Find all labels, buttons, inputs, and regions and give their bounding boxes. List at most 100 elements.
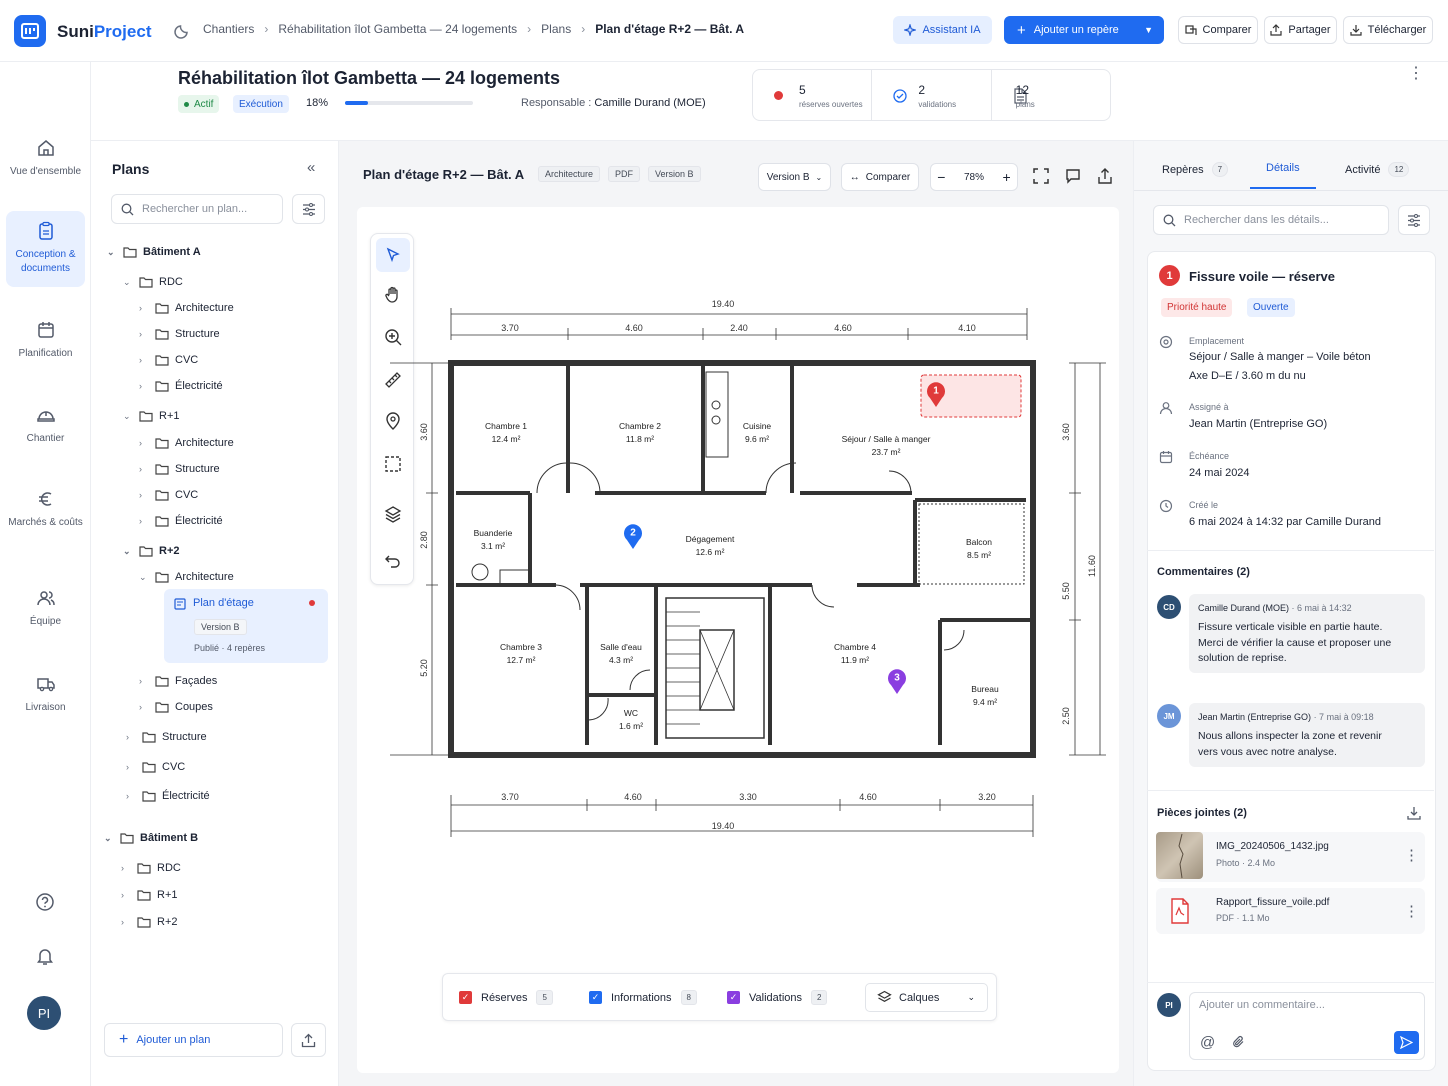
chevron-down-icon[interactable]: ⌄: [104, 833, 116, 844]
stat-validations[interactable]: 2 validations: [872, 70, 992, 120]
upload-plan-button[interactable]: [291, 1023, 326, 1057]
tree-item-electricite[interactable]: › Électricité: [139, 512, 223, 530]
export-icon[interactable]: [1097, 168, 1113, 184]
user-avatar[interactable]: PI: [27, 996, 61, 1030]
chevron-right-icon[interactable]: ›: [126, 791, 138, 801]
zoom-out-button[interactable]: −: [937, 169, 945, 185]
bell-icon[interactable]: [35, 946, 55, 966]
zoom-in-icon[interactable]: [384, 328, 402, 346]
stat-open-issues[interactable]: 5 réserves ouvertes: [753, 70, 873, 120]
chevron-right-icon[interactable]: ›: [139, 303, 151, 313]
nav-delivery[interactable]: Livraison: [6, 674, 85, 715]
ruler-icon[interactable]: [384, 371, 402, 389]
chevron-right-icon[interactable]: ›: [139, 516, 151, 526]
tree-item-structure[interactable]: › Structure: [126, 728, 207, 746]
tree-item-r2[interactable]: ⌄ R+2: [123, 542, 180, 560]
download-all-icon[interactable]: [1407, 806, 1421, 820]
chevron-right-icon[interactable]: ›: [126, 762, 138, 772]
tab-markers[interactable]: Repères 7: [1162, 162, 1229, 177]
compare-button[interactable]: Comparer: [1178, 16, 1258, 44]
share-button[interactable]: Partager: [1264, 16, 1337, 44]
plan-canvas[interactable]: [357, 207, 1119, 1073]
tree-item-r1[interactable]: › R+1: [121, 886, 178, 904]
attachment-menu-icon[interactable]: ⋮: [1404, 846, 1419, 864]
tree-item-cvc[interactable]: › CVC: [139, 351, 198, 369]
comment-input[interactable]: Ajouter un commentaire... @: [1189, 992, 1425, 1060]
undo-icon[interactable]: [384, 551, 402, 569]
chevron-down-icon[interactable]: ⌄: [123, 546, 135, 557]
chevron-down-icon[interactable]: ⌄: [123, 411, 135, 422]
tree-item-coupes[interactable]: › Coupes: [139, 698, 213, 716]
filter-toggle[interactable]: ✓ Validations 2: [727, 990, 828, 1005]
attachment-item[interactable]: Rapport_fissure_voile.pdf PDF · 1.1 Mo ⋮: [1156, 888, 1425, 934]
filter-toggle[interactable]: ✓ Informations 8: [589, 990, 697, 1005]
tree-item-structure[interactable]: › Structure: [139, 460, 220, 478]
filter-button[interactable]: [292, 194, 325, 224]
more-options-icon[interactable]: ⋮: [1408, 66, 1424, 82]
chevron-down-icon[interactable]: ⌄: [123, 277, 135, 288]
chevron-down-icon[interactable]: ⌄: [107, 247, 119, 258]
tree-item-cvc[interactable]: › CVC: [126, 758, 185, 776]
details-filter-button[interactable]: [1398, 205, 1430, 235]
chevron-right-icon[interactable]: ›: [139, 355, 151, 365]
area-select-icon[interactable]: [384, 455, 402, 473]
checkbox-checked-icon[interactable]: ✓: [727, 991, 740, 1004]
chevron-right-icon[interactable]: ›: [139, 329, 151, 339]
layers-select[interactable]: Calques ⌄: [865, 983, 988, 1012]
tool-select[interactable]: [376, 238, 410, 272]
tree-item-r2[interactable]: › R+2: [121, 913, 178, 931]
checkbox-checked-icon[interactable]: ✓: [459, 991, 472, 1004]
breadcrumb-item[interactable]: Chantiers: [203, 22, 254, 36]
tree-item-bat_b[interactable]: ⌄ Bâtiment B: [104, 829, 198, 847]
plan-search-input[interactable]: Rechercher un plan...: [111, 194, 283, 224]
chevron-down-icon[interactable]: ▼: [1144, 25, 1153, 35]
checkbox-checked-icon[interactable]: ✓: [589, 991, 602, 1004]
version-select[interactable]: Version B ⌄: [758, 163, 831, 191]
chevron-right-icon[interactable]: ›: [139, 381, 151, 391]
fullscreen-icon[interactable]: [1033, 168, 1049, 184]
tree-item-cvc[interactable]: › CVC: [139, 486, 198, 504]
chevron-right-icon[interactable]: ›: [139, 676, 151, 686]
chevron-down-icon[interactable]: ⌄: [139, 572, 151, 583]
breadcrumb-item[interactable]: Réhabilitation îlot Gambetta — 24 logeme…: [278, 22, 517, 36]
tree-item-rdc[interactable]: › RDC: [121, 859, 181, 877]
pin-icon[interactable]: [384, 412, 402, 430]
chevron-right-icon[interactable]: ›: [121, 917, 133, 927]
stat-plans[interactable]: 12 plans: [992, 70, 1110, 120]
breadcrumb-item[interactable]: Plans: [541, 22, 571, 36]
nav-team[interactable]: Équipe: [6, 588, 85, 629]
tree-item-electricite[interactable]: › Électricité: [126, 787, 210, 805]
chevron-right-icon[interactable]: ›: [139, 702, 151, 712]
tree-item-r1[interactable]: ⌄ R+1: [123, 407, 180, 425]
tree-item-electricite[interactable]: › Électricité: [139, 377, 223, 395]
ai-assistant-button[interactable]: Assistant IA: [893, 16, 992, 44]
download-button[interactable]: Télécharger: [1343, 16, 1433, 44]
filter-toggle[interactable]: ✓ Réserves 5: [459, 990, 553, 1005]
chevron-right-icon[interactable]: ›: [139, 438, 151, 448]
help-icon[interactable]: [35, 892, 55, 912]
tree-item-rdc[interactable]: ⌄ RDC: [123, 273, 183, 291]
theme-toggle-icon[interactable]: [174, 21, 192, 39]
tree-item-facades[interactable]: › Façades: [139, 672, 217, 690]
attachment-item[interactable]: IMG_20240506_1432.jpg Photo · 2.4 Mo ⋮: [1156, 832, 1425, 882]
selected-plan-card[interactable]: Plan d'étage Version B Publié · 4 repère…: [164, 589, 328, 663]
attachment-menu-icon[interactable]: ⋮: [1404, 902, 1419, 920]
add-plan-button[interactable]: + Ajouter un plan: [104, 1023, 283, 1057]
viewer-compare-button[interactable]: ↔ Comparer: [841, 163, 919, 191]
tab-activity[interactable]: Activité 12: [1345, 162, 1410, 177]
layers-icon[interactable]: [384, 505, 402, 523]
zoom-in-button[interactable]: +: [1003, 169, 1011, 185]
mention-icon[interactable]: @: [1200, 1034, 1215, 1051]
nav-design-documents[interactable]: Conception & documents: [6, 211, 85, 287]
chevron-right-icon[interactable]: ›: [121, 890, 133, 900]
app-logo[interactable]: [14, 15, 46, 47]
tree-item-architecture[interactable]: › Architecture: [139, 434, 234, 452]
nav-worksite[interactable]: Chantier: [6, 405, 85, 446]
nav-overview[interactable]: Vue d'ensemble: [6, 138, 85, 179]
collapse-panel-icon[interactable]: «: [307, 159, 315, 176]
hand-icon[interactable]: [384, 286, 402, 304]
comment-icon[interactable]: [1065, 168, 1081, 184]
details-search-input[interactable]: Rechercher dans les détails...: [1153, 205, 1389, 235]
paperclip-icon[interactable]: [1232, 1035, 1246, 1049]
chevron-right-icon[interactable]: ›: [121, 863, 133, 873]
